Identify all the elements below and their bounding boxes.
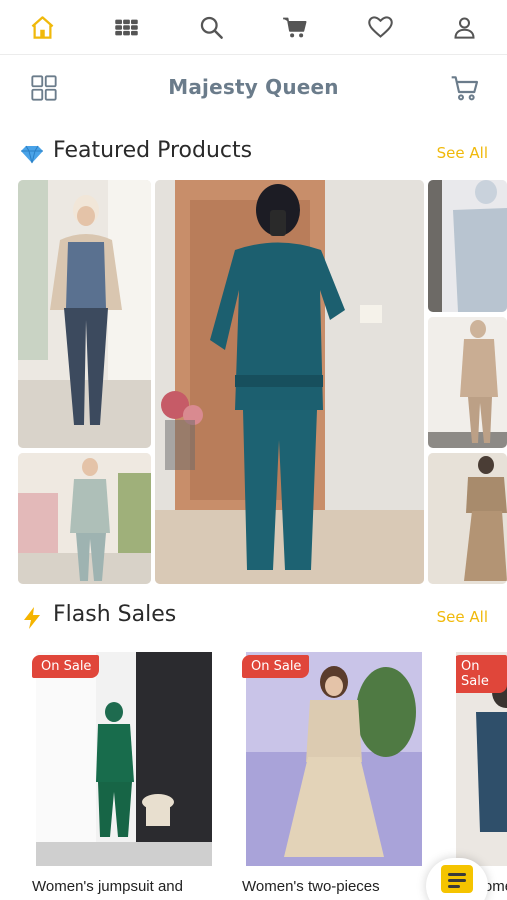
categories-button[interactable] (105, 5, 149, 49)
featured-product-tile[interactable] (428, 317, 507, 448)
featured-section-header: Featured Products See All (0, 135, 507, 171)
product-photo (428, 453, 507, 584)
product-photo (428, 180, 507, 312)
featured-product-tile[interactable] (18, 180, 151, 448)
on-sale-badge: On Sale (242, 655, 310, 678)
home-icon (31, 15, 54, 39)
account-button[interactable] (443, 5, 487, 49)
on-sale-badge: On Sale (456, 655, 507, 693)
product-photo (155, 180, 424, 584)
app-header: Majesty Queen (0, 56, 507, 120)
search-button[interactable] (189, 5, 233, 49)
categories-grid-icon (115, 19, 138, 35)
flash-product-card[interactable]: On Sale Women's two-pieces (242, 652, 422, 900)
search-icon (200, 16, 223, 39)
cart-nav-button[interactable] (274, 5, 318, 49)
product-image (246, 652, 422, 866)
featured-see-all-link[interactable]: See All (437, 144, 488, 162)
diamond-icon (21, 145, 43, 164)
store-title: Majesty Queen (168, 75, 339, 99)
flash-title: Flash Sales (53, 602, 177, 627)
product-photo (428, 317, 507, 448)
product-photo (18, 180, 151, 448)
chat-button[interactable] (426, 858, 488, 900)
featured-title: Featured Products (53, 138, 253, 163)
wishlist-button[interactable] (358, 5, 402, 49)
cart-outline-icon (451, 76, 479, 101)
cart-icon (283, 17, 307, 37)
top-nav (0, 0, 507, 55)
product-photo (18, 453, 151, 584)
chat-icon (441, 865, 473, 893)
header-cart-button[interactable] (449, 72, 481, 104)
on-sale-badge: On Sale (32, 655, 100, 678)
product-name: Women's two-pieces (242, 878, 380, 895)
flash-product-card[interactable]: On Sale Women's jumpsuit and (32, 652, 212, 900)
product-name: Women's jumpsuit and (32, 878, 183, 895)
featured-product-tile[interactable] (428, 180, 507, 312)
product-image (36, 652, 212, 866)
featured-product-tile[interactable] (18, 453, 151, 584)
user-icon (454, 16, 475, 39)
product-photo (246, 652, 422, 866)
flash-section-header: Flash Sales See All (0, 599, 507, 635)
featured-product-tile-large[interactable] (155, 180, 424, 584)
lightning-icon (24, 607, 40, 629)
flash-see-all-link[interactable]: See All (437, 608, 488, 626)
home-button[interactable] (20, 5, 64, 49)
product-photo (36, 652, 212, 866)
heart-icon (367, 15, 393, 38)
featured-product-tile[interactable] (428, 453, 507, 584)
